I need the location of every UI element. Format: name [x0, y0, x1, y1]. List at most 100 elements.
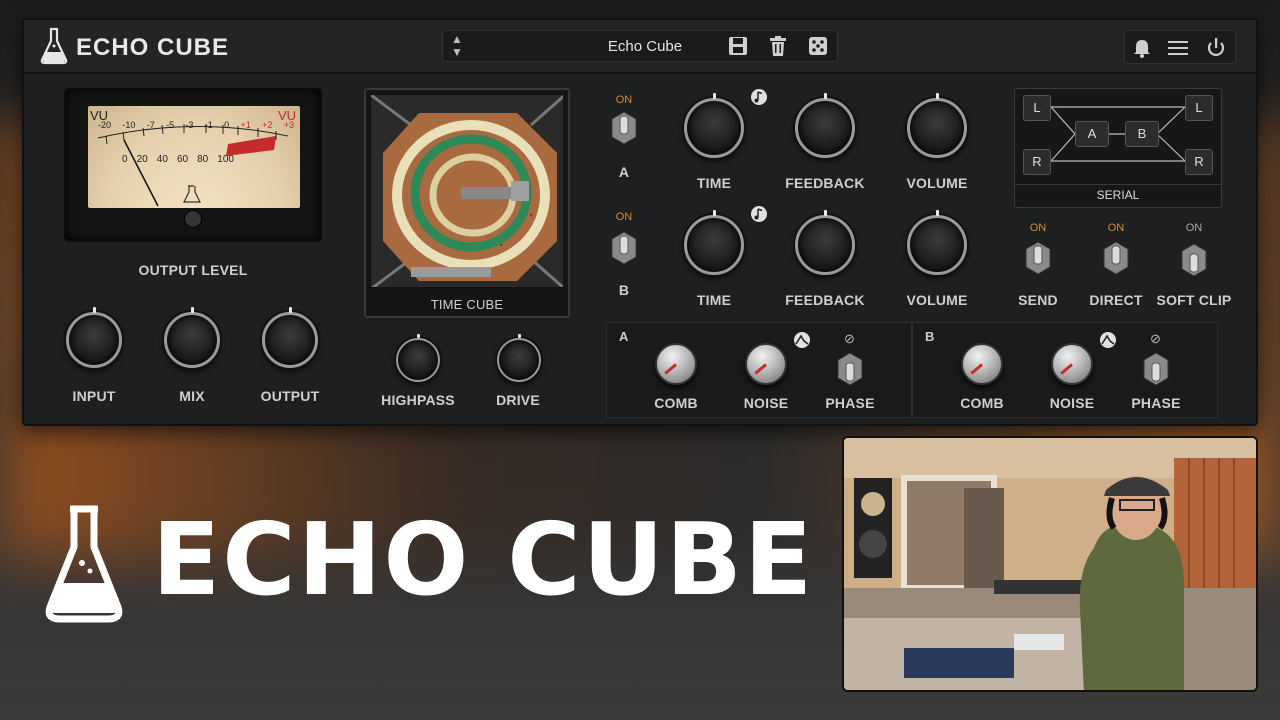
section-a-panel: A ⊘ COMB NOISE PHASE — [606, 322, 912, 418]
preset-selector[interactable]: ▲ ▼ Echo Cube — [442, 30, 838, 62]
section-a-noise-label: NOISE — [743, 395, 789, 411]
mix-knob[interactable] — [164, 307, 220, 368]
vu-tick: 20 — [136, 154, 148, 165]
vu-tick: +3 — [283, 120, 294, 130]
note-icon[interactable] — [750, 205, 768, 223]
time-cube-panel: TIME CUBE — [364, 88, 570, 318]
routing-selector[interactable]: L R A B L R SERIAL — [1014, 88, 1222, 208]
vu-tick: +1 — [240, 120, 251, 130]
section-a-phase-label: PHASE — [825, 395, 875, 411]
routing-node-b: B — [1125, 121, 1159, 147]
preset-name[interactable]: Echo Cube — [495, 38, 795, 55]
plugin-title: ECHO CUBE — [76, 34, 230, 61]
input-knob[interactable] — [66, 307, 122, 368]
section-b-phase-toggle[interactable] — [1141, 351, 1171, 387]
softclip-on-label: ON — [1185, 222, 1203, 234]
flask-icon — [40, 27, 68, 65]
head-b-toggle[interactable] — [609, 230, 639, 266]
time-cube-illustration — [371, 95, 563, 287]
updown-arrows-icon[interactable]: ▲ ▼ — [451, 33, 463, 59]
send-toggle[interactable] — [1023, 240, 1053, 276]
vu-tick: +2 — [262, 120, 273, 130]
webcam-video — [842, 436, 1258, 692]
head-a-feedback-label: FEEDBACK — [785, 175, 865, 191]
phase-icon: ⊘ — [1150, 331, 1161, 346]
mix-label: MIX — [179, 388, 205, 404]
time-cube-image — [370, 94, 564, 288]
head-a-time-label: TIME — [696, 175, 732, 191]
head-b-time-label: TIME — [696, 292, 732, 308]
webcam-scene — [844, 438, 1256, 690]
envelope-icon[interactable] — [793, 331, 811, 349]
section-a-comb-knob[interactable] — [655, 343, 697, 385]
direct-on-label: ON — [1107, 222, 1125, 234]
output-knob[interactable] — [262, 307, 318, 368]
head-a-time-knob[interactable] — [684, 93, 744, 158]
vu-tick: -20 — [98, 120, 112, 130]
head-a-feedback-knob[interactable] — [795, 93, 855, 158]
vu-screw — [184, 210, 202, 228]
section-b-panel: B ⊘ COMB NOISE PHASE — [912, 322, 1218, 418]
send-on-label: ON — [1029, 222, 1047, 234]
softclip-toggle[interactable] — [1179, 242, 1209, 278]
head-b-volume-label: VOLUME — [906, 292, 968, 308]
routing-node-l-out: L — [1185, 95, 1213, 121]
head-a-volume-label: VOLUME — [906, 175, 968, 191]
head-b-feedback-label: FEEDBACK — [785, 292, 865, 308]
menu-icon[interactable] — [1167, 37, 1189, 59]
bell-icon[interactable] — [1131, 37, 1153, 59]
section-b-comb-knob[interactable] — [961, 343, 1003, 385]
vu-tick: 100 — [217, 154, 234, 165]
head-b-time-knob[interactable] — [684, 210, 744, 275]
head-a-toggle[interactable] — [609, 110, 639, 146]
plugin-topbar: ECHO CUBE ▲ ▼ Echo Cube — [24, 20, 1256, 74]
thumbnail-title: ECHO CUBE — [152, 501, 815, 618]
head-a-label: A — [618, 164, 630, 180]
vu-tick: 0 — [224, 120, 230, 130]
section-b-letter: B — [925, 329, 935, 344]
routing-node-l-in: L — [1023, 95, 1051, 121]
vu-tick: -7 — [146, 120, 155, 130]
vu-tick: -1 — [204, 120, 213, 130]
vu-meter-face: VU VU -20 -10 -7 -5 -3 -1 0 +1 +2 +3 0 2… — [88, 106, 300, 208]
section-a-letter: A — [619, 329, 629, 344]
softclip-label: SOFT CLIP — [1156, 292, 1232, 308]
section-b-noise-label: NOISE — [1049, 395, 1095, 411]
section-b-phase-label: PHASE — [1131, 395, 1181, 411]
direct-toggle[interactable] — [1101, 240, 1131, 276]
note-icon[interactable] — [750, 88, 768, 106]
section-b-comb-label: COMB — [960, 395, 1004, 411]
head-b-volume-knob[interactable] — [907, 210, 967, 275]
input-label: INPUT — [72, 388, 116, 404]
output-level-label: OUTPUT LEVEL — [138, 262, 248, 278]
vu-tick: 0 — [122, 154, 128, 165]
section-a-phase-toggle[interactable] — [835, 351, 865, 387]
drive-knob[interactable] — [497, 334, 541, 382]
section-b-noise-knob[interactable] — [1051, 343, 1093, 385]
flask-icon — [45, 505, 123, 623]
power-icon[interactable] — [1205, 37, 1227, 59]
head-b-on-label: ON — [615, 211, 633, 223]
vu-meter: VU VU -20 -10 -7 -5 -3 -1 0 +1 +2 +3 0 2… — [64, 88, 322, 242]
routing-node-r-in: R — [1023, 149, 1051, 175]
vu-tick: 80 — [197, 154, 209, 165]
routing-divider — [1015, 184, 1221, 185]
header-right-controls — [1124, 30, 1236, 64]
routing-mode-label: SERIAL — [1096, 188, 1140, 202]
trash-icon[interactable] — [767, 35, 789, 57]
vu-tick: -5 — [166, 120, 175, 130]
drive-label: DRIVE — [496, 392, 540, 408]
plugin-window: ECHO CUBE ▲ ▼ Echo Cube VU VU -20 -10 -7… — [22, 18, 1258, 426]
head-b-feedback-knob[interactable] — [795, 210, 855, 275]
save-icon[interactable] — [727, 35, 749, 57]
envelope-icon[interactable] — [1099, 331, 1117, 349]
vu-scale-top: -20 -10 -7 -5 -3 -1 0 +1 +2 +3 — [98, 120, 294, 130]
section-a-noise-knob[interactable] — [745, 343, 787, 385]
vu-tick: 60 — [176, 154, 189, 165]
head-a-volume-knob[interactable] — [907, 93, 967, 158]
highpass-knob[interactable] — [396, 334, 440, 382]
dice-icon[interactable] — [807, 35, 829, 57]
vu-scale-bottom: 0 20 40 60 80 100 — [122, 154, 234, 165]
vu-tick: 40 — [156, 154, 168, 165]
phase-icon: ⊘ — [844, 331, 855, 346]
